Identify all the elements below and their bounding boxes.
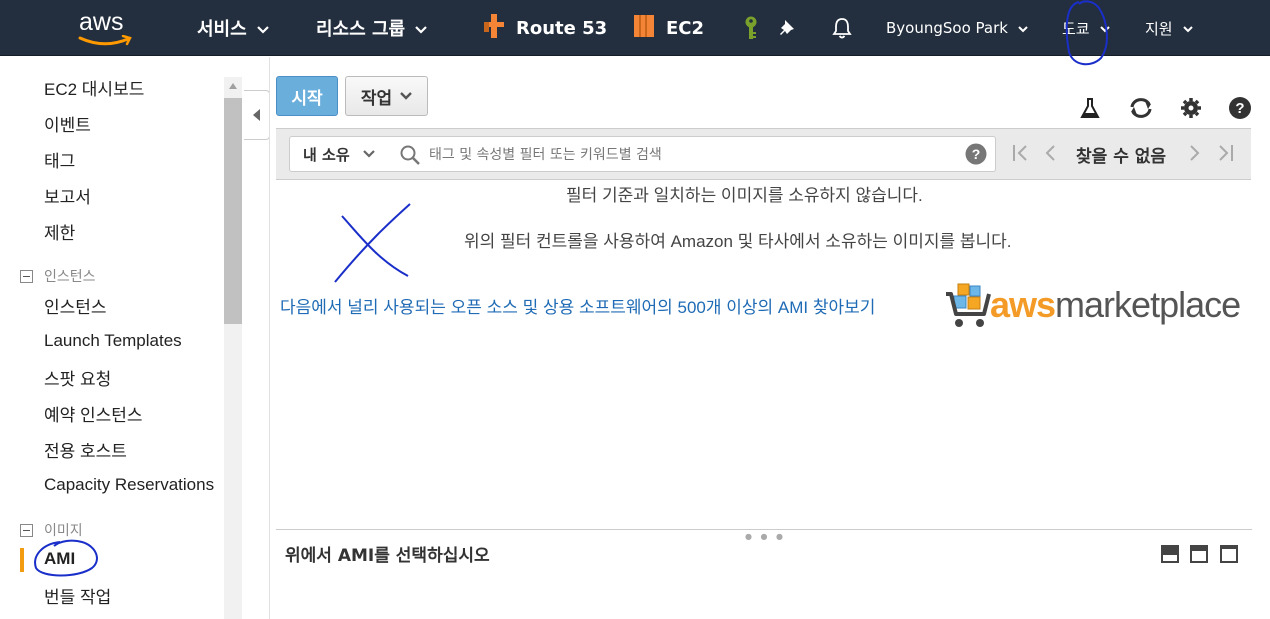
active-indicator <box>20 548 24 572</box>
sidebar-group-images[interactable]: 이미지 <box>20 520 83 540</box>
gear-icon[interactable] <box>1179 96 1203 120</box>
sidebar-group-instances[interactable]: 인스턴스 <box>20 266 96 286</box>
pane-large-icon[interactable] <box>1220 545 1238 563</box>
sidebar-item-reports[interactable]: 보고서 <box>44 183 91 208</box>
actions-button[interactable]: 작업 <box>345 76 428 116</box>
sidebar-item-events[interactable]: 이벤트 <box>44 111 91 136</box>
chevron-down-icon <box>415 18 427 39</box>
collapse-icon <box>20 269 33 283</box>
sidebar-group-label: 인스턴스 <box>44 269 96 285</box>
top-nav: aws 서비스 리소스 그룹 Route 53 EC2 ByoungSoo Pa… <box>0 0 1270 56</box>
support-label: 지원 <box>1145 19 1173 38</box>
pane-splitter[interactable] <box>276 529 1252 530</box>
pin-icon[interactable] <box>778 0 798 56</box>
flask-icon[interactable] <box>1078 96 1102 120</box>
sidebar-item-dashboard[interactable]: EC2 대시보드 <box>44 75 144 100</box>
aws-logo[interactable]: aws <box>74 8 134 48</box>
filter-hint-message: 위의 필터 컨트롤을 사용하여 Amazon 및 타사에서 소유하는 이미지를 … <box>464 232 1012 251</box>
resource-groups-menu[interactable]: 리소스 그룹 <box>316 0 427 56</box>
sidebar-item-instances[interactable]: 인스턴스 <box>44 293 107 318</box>
previous-page-icon[interactable] <box>1044 143 1056 163</box>
marketplace-logo-text: awsmarketplace <box>990 284 1241 326</box>
pager-status: 찾을 수 없음 <box>1076 147 1167 167</box>
sidebar-item-reserved-instances[interactable]: 예약 인스턴스 <box>44 401 143 426</box>
aws-logo-text: aws <box>79 8 124 36</box>
chevron-down-icon <box>362 150 375 158</box>
ownership-select[interactable]: 내 소유 <box>289 136 390 172</box>
sidebar-item-spot-requests[interactable]: 스팟 요청 <box>44 365 111 390</box>
marketplace-logo-aws: aws <box>990 284 1056 325</box>
shopping-cart-icon <box>946 283 991 327</box>
chevron-down-icon <box>400 92 412 100</box>
sidebar-item-limits[interactable]: 제한 <box>44 219 75 244</box>
search-icon <box>400 145 420 165</box>
sidebar-item-bundle-tasks[interactable]: 번들 작업 <box>44 583 111 608</box>
marketplace-link[interactable]: 다음에서 널리 사용되는 오픈 소스 및 상용 소프트웨어의 500개 이상의 … <box>280 293 875 318</box>
region-label: 도쿄 <box>1062 19 1090 38</box>
ec2-shortcut[interactable]: EC2 <box>632 0 704 56</box>
support-menu[interactable]: 지원 <box>1145 0 1193 56</box>
route53-shortcut[interactable]: Route 53 <box>482 0 607 56</box>
collapse-sidebar-button[interactable] <box>244 90 270 140</box>
sidebar-scrollbar-thumb[interactable] <box>224 98 242 324</box>
ec2-label: EC2 <box>666 17 705 39</box>
refresh-icon[interactable] <box>1128 96 1152 120</box>
help-icon[interactable]: ? <box>1228 96 1252 120</box>
sidebar-item-capacity-reservations[interactable]: Capacity Reservations <box>44 475 214 495</box>
chevron-down-icon <box>256 18 269 39</box>
user-menu[interactable]: ByoungSoo Park <box>886 0 1028 56</box>
search-input[interactable] <box>429 143 949 167</box>
route53-icon <box>482 12 506 45</box>
ownership-label: 내 소유 <box>303 145 350 164</box>
aws-smile-icon <box>78 35 132 46</box>
scroll-up-arrow-icon[interactable] <box>224 77 242 95</box>
sidebar-item-ami[interactable]: AMI <box>44 549 75 569</box>
pane-medium-icon[interactable] <box>1190 545 1208 563</box>
chevron-down-icon <box>1018 19 1028 37</box>
svg-text:?: ? <box>1235 100 1244 117</box>
sidebar-item-tags[interactable]: 태그 <box>44 147 75 172</box>
sidebar-group-label: 이미지 <box>44 523 83 539</box>
pane-small-icon[interactable] <box>1161 545 1179 563</box>
chevron-down-icon <box>1099 19 1110 37</box>
sidebar-divider <box>269 57 270 619</box>
svg-text:?: ? <box>972 146 981 162</box>
search-field: ? <box>389 136 996 172</box>
sidebar-item-dedicated-hosts[interactable]: 전용 호스트 <box>44 437 127 462</box>
chevron-left-icon <box>252 109 260 121</box>
launch-button[interactable]: 시작 <box>276 76 338 116</box>
cross-annotation-icon <box>334 203 411 283</box>
actions-label: 작업 <box>360 88 393 109</box>
first-page-icon[interactable] <box>1012 143 1028 163</box>
aws-marketplace-logo[interactable]: awsmarketplace <box>944 280 1249 336</box>
collapse-icon <box>20 523 33 537</box>
services-menu[interactable]: 서비스 <box>197 0 269 56</box>
search-help-icon[interactable]: ? <box>965 143 987 165</box>
ec2-icon <box>632 13 656 44</box>
marketplace-logo-word: marketplace <box>1055 284 1241 325</box>
splitter-grip-icon[interactable]: ● ● ● <box>745 532 786 541</box>
detail-pane-title: 위에서 AMI를 선택하십시오 <box>285 546 490 566</box>
services-label: 서비스 <box>197 19 247 40</box>
bell-icon[interactable] <box>832 0 852 56</box>
sidebar-item-launch-templates[interactable]: Launch Templates <box>44 331 182 351</box>
region-menu[interactable]: 도쿄 <box>1062 0 1110 56</box>
next-page-icon[interactable] <box>1189 143 1201 163</box>
chevron-down-icon <box>1182 19 1193 37</box>
route53-label: Route 53 <box>516 17 608 39</box>
last-page-icon[interactable] <box>1218 143 1234 163</box>
no-images-message: 필터 기준과 일치하는 이미지를 소유하지 않습니다. <box>566 186 923 205</box>
key-icon[interactable] <box>742 0 760 56</box>
resource-groups-label: 리소스 그룹 <box>316 19 406 40</box>
user-label: ByoungSoo Park <box>886 19 1008 37</box>
